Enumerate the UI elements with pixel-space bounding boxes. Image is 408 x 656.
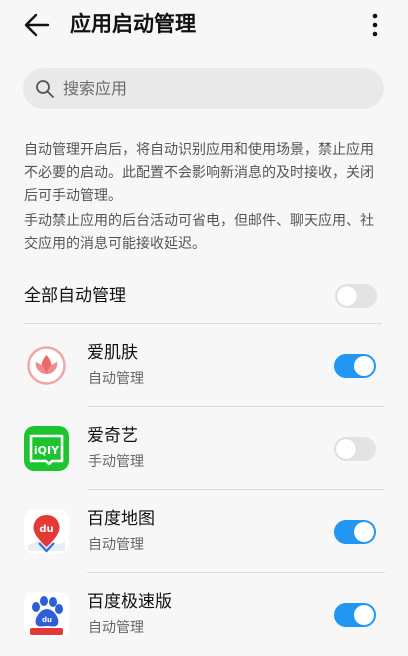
app-item-baidu-map[interactable]: du 百度地图 自动管理 (0, 490, 408, 573)
app-toggle[interactable] (334, 354, 376, 378)
app-toggle[interactable] (334, 603, 376, 627)
app-name: 爱肌肤 (87, 343, 138, 363)
search-icon (36, 80, 54, 98)
all-auto-manage-label: 全部自动管理 (24, 286, 126, 306)
app-name: 百度地图 (87, 509, 155, 529)
all-auto-manage-toggle[interactable] (335, 284, 377, 308)
app-item-baidu-lite[interactable]: du 百度极速版 自动管理 (0, 573, 408, 656)
baidu-paw-icon: du (24, 592, 69, 637)
all-auto-manage-row: 全部自动管理 (24, 280, 378, 312)
lotus-icon (27, 346, 66, 385)
search-input[interactable] (63, 68, 363, 109)
arrow-left-icon[interactable] (20, 8, 54, 42)
app-name: 百度极速版 (87, 592, 172, 612)
toggle-knob (354, 605, 374, 625)
search-bar[interactable] (23, 68, 384, 109)
toggle-knob (354, 356, 374, 376)
map-pin-icon: du (24, 509, 69, 554)
toggle-knob (354, 522, 374, 542)
app-toggle[interactable] (334, 520, 376, 544)
app-toggle[interactable] (334, 437, 376, 461)
svg-text:iQIY: iQIY (34, 444, 60, 457)
app-status: 手动管理 (88, 454, 144, 470)
app-item-aijifu[interactable]: 爱肌肤 自动管理 (0, 324, 408, 407)
description-text: 自动管理开启后，将自动识别应用和使用场景，禁止应用不必要的启动。此配置不会影响新… (24, 142, 374, 204)
page-title: 应用启动管理 (70, 12, 196, 36)
description-note: 手动禁止应用的后台活动可省电，但邮件、聊天应用、社交应用的消息可能接收延迟。 (24, 213, 374, 252)
app-status: 自动管理 (88, 537, 144, 553)
app-header: 应用启动管理 (0, 0, 408, 50)
svg-text:du: du (42, 616, 52, 624)
toggle-knob (336, 439, 356, 459)
more-vertical-icon[interactable] (360, 8, 390, 42)
app-item-iqiyi[interactable]: iQIY 爱奇艺 手动管理 (0, 407, 408, 490)
iqiyi-icon: iQIY (24, 426, 69, 471)
app-status: 自动管理 (88, 620, 144, 636)
app-status: 自动管理 (88, 371, 144, 387)
toggle-knob (337, 286, 357, 306)
svg-text:du: du (39, 524, 53, 535)
app-name: 爱奇艺 (87, 426, 138, 446)
